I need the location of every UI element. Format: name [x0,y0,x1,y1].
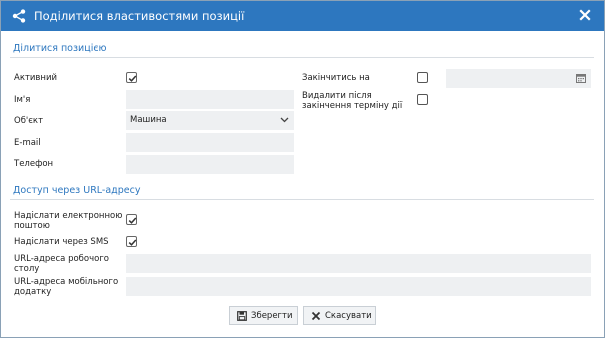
chevron-down-icon [280,117,289,123]
cancel-x-icon [311,311,321,321]
delete-after-checkbox[interactable] [417,94,428,105]
share-section-heading: Ділитися позицією [13,43,107,54]
cancel-button-label: Скасувати [325,311,372,321]
desktop-url-label-line1: URL-адреса робочого [14,254,110,264]
section-divider [10,199,594,200]
url-section-heading: Доступ через URL-адресу [13,185,141,196]
dialog-titlebar: Поділитися властивостями позиції [1,1,604,31]
mobile-url-label-line2: додатку [14,287,52,297]
mobile-url-label-line1: URL-адреса мобільного [14,277,119,287]
phone-field[interactable] [126,155,294,174]
dialog-title: Поділитися властивостями позиції [34,9,245,23]
save-icon [237,311,247,321]
desktop-url-label-line2: столу [14,264,40,274]
object-select-value: Машина [130,115,167,125]
delete-after-label-line2: закінчення терміну дії [302,101,403,111]
checkmark-icon [128,239,137,246]
send-email-label-line1: Надіслати електронною [14,211,123,221]
share-icon [12,9,26,23]
email-label: E-mail [14,138,41,148]
checkmark-icon [128,217,137,224]
section-divider [10,57,594,58]
object-select[interactable]: Машина [126,111,294,130]
desktop-url-field[interactable] [126,254,591,273]
share-position-dialog: Поділитися властивостями позиції Ділитис… [0,0,605,338]
name-input[interactable] [126,90,294,109]
expire-checkbox[interactable] [417,72,428,83]
send-sms-label: Надіслати через SMS [14,237,109,247]
save-button-label: Зберегти [251,311,293,321]
phone-label: Телефон [14,159,54,169]
mobile-url-field[interactable] [126,277,591,296]
expire-date-input[interactable] [446,69,591,88]
cancel-button[interactable]: Скасувати [303,306,376,325]
name-label: Ім'я [14,95,31,105]
send-email-checkbox[interactable] [126,214,137,225]
close-icon[interactable] [579,9,591,21]
calendar-icon[interactable] [576,73,586,83]
object-label: Об'єкт [14,116,44,126]
active-checkbox[interactable] [126,72,137,83]
send-sms-checkbox[interactable] [126,236,137,247]
active-label: Активний [14,73,58,83]
expire-label: Закінчитись на [302,73,370,83]
delete-after-label-line1: Видалити після [302,91,372,101]
save-button[interactable]: Зберегти [229,306,298,325]
checkmark-icon [128,75,137,82]
send-email-label-line2: поштою [14,221,50,231]
email-field[interactable] [126,133,294,152]
